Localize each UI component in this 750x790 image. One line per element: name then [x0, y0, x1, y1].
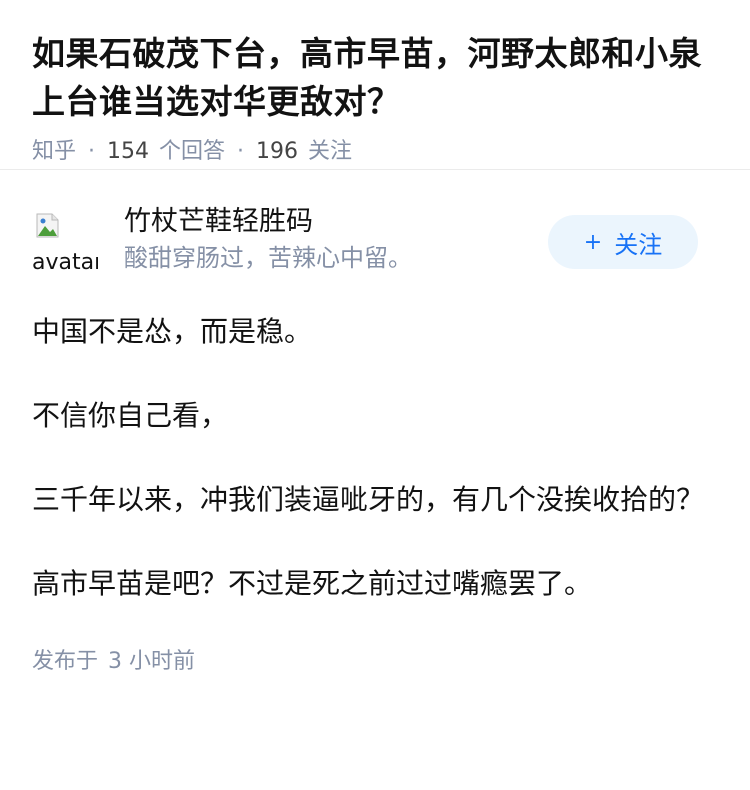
answer-paragraph: 中国不是怂，而是稳。 — [32, 315, 313, 348]
plus-icon: + — [583, 229, 603, 255]
answer-paragraph: 高市早苗是吧？不过是死之前过过嘴瘾罢了。 — [32, 567, 593, 600]
answer-count: 154 — [107, 139, 150, 164]
follow-button[interactable]: + 关注 — [548, 215, 698, 269]
published-time-value: 3 小时前 — [108, 649, 196, 674]
author-name[interactable]: 竹杖芒鞋轻胜码 — [124, 204, 412, 240]
follow-button-label: 关注 — [614, 230, 663, 259]
answer-card: avatar 竹杖芒鞋轻胜码 酸甜穿肠过，苦辣心中留。 + 关注 中国不是怂，而… — [0, 204, 750, 678]
avatar-alt-text: avatar — [32, 250, 98, 275]
follower-count-label: 关注 — [308, 139, 353, 164]
answer-body: 中国不是怂，而是稳。 不信你自己看， 三千年以来，冲我们装逼呲牙的，有几个没挨收… — [32, 310, 718, 606]
source-label[interactable]: 知乎 — [32, 136, 76, 168]
question-header: 如果石破茂下台，高市早苗，河野太郎和小泉上台谁当选对华更敌对？ 知乎 · 154… — [0, 0, 750, 170]
answer-count-label: 个回答 — [159, 139, 226, 164]
answer-paragraph: 不信你自己看， — [32, 399, 229, 432]
publish-time: 发布于 3 小时前 — [32, 646, 718, 678]
separator-dot: · — [88, 139, 96, 164]
author-bio: 酸甜穿肠过，苦辣心中留。 — [124, 244, 412, 272]
separator-dot: · — [237, 139, 245, 164]
author-info: 竹杖芒鞋轻胜码 酸甜穿肠过，苦辣心中留。 — [124, 204, 412, 276]
published-label: 发布于 — [32, 649, 99, 674]
author-row: avatar 竹杖芒鞋轻胜码 酸甜穿肠过，苦辣心中留。 + 关注 — [32, 204, 718, 304]
follower-count: 196 — [256, 139, 299, 164]
answer-paragraph: 三千年以来，冲我们装逼呲牙的，有几个没挨收拾的？ — [32, 483, 705, 516]
avatar[interactable]: avatar — [32, 210, 98, 276]
broken-image-icon — [36, 213, 59, 238]
question-meta: 知乎 · 154 个回答 · 196 关注 — [32, 136, 718, 168]
question-title[interactable]: 如果石破茂下台，高市早苗，河野太郎和小泉上台谁当选对华更敌对？ — [32, 30, 718, 126]
